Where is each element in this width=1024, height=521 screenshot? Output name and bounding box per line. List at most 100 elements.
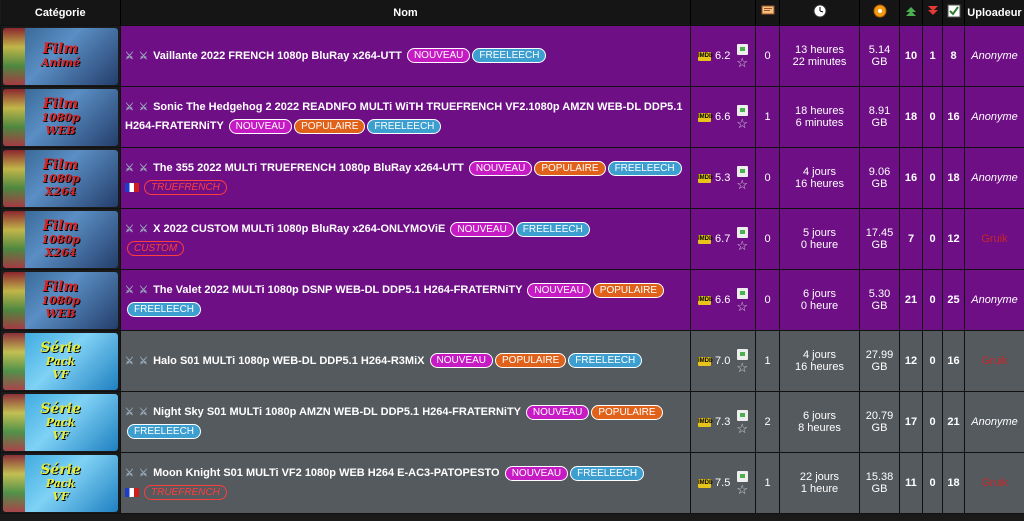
uploader-name[interactable]: Anonyme bbox=[971, 172, 1017, 184]
torrent-title-link[interactable]: The 355 2022 MULTi TRUEFRENCH 1080p BluR… bbox=[153, 162, 464, 174]
star-icon[interactable]: ☆ bbox=[736, 483, 748, 496]
torrent-title-link[interactable]: Halo S01 MULTi 1080p WEB-DL DDP5.1 H264-… bbox=[153, 355, 424, 367]
star-icon[interactable]: ☆ bbox=[736, 239, 748, 252]
seeders-count[interactable]: 10 bbox=[899, 25, 923, 87]
completed-count[interactable]: 18 bbox=[942, 452, 965, 514]
download-icon[interactable] bbox=[736, 165, 748, 177]
completed-count[interactable]: 25 bbox=[942, 269, 965, 331]
header-nom[interactable]: Nom bbox=[120, 0, 691, 26]
leechers-count[interactable]: 0 bbox=[922, 208, 943, 270]
seeders-count[interactable]: 11 bbox=[899, 452, 923, 514]
leechers-count[interactable]: 0 bbox=[922, 269, 943, 331]
download-icon[interactable] bbox=[736, 409, 748, 421]
comments-count[interactable]: 0 bbox=[755, 208, 780, 270]
uploader-name[interactable]: Gruik bbox=[981, 233, 1007, 245]
header-categorie[interactable]: Catégorie bbox=[0, 0, 121, 26]
category-banner[interactable]: Série Pack VF bbox=[3, 332, 118, 390]
seeders-count[interactable]: 12 bbox=[899, 330, 923, 392]
seeders-count[interactable]: 17 bbox=[899, 391, 923, 453]
uploader-cell[interactable]: Gruik bbox=[964, 330, 1024, 392]
comments-count[interactable]: 0 bbox=[755, 25, 780, 87]
seeders-count[interactable]: 18 bbox=[899, 86, 923, 148]
size-unit: GB bbox=[871, 239, 888, 251]
category-banner[interactable]: Film 1080p WEB bbox=[3, 271, 118, 329]
header-size[interactable] bbox=[859, 0, 900, 26]
seeders-count[interactable]: 21 bbox=[899, 269, 923, 331]
download-icon[interactable] bbox=[736, 104, 748, 116]
uploader-name[interactable]: Anonyme bbox=[971, 50, 1017, 62]
star-icon[interactable]: ☆ bbox=[736, 56, 748, 69]
download-icon[interactable] bbox=[736, 226, 748, 238]
star-icon[interactable]: ☆ bbox=[736, 117, 748, 130]
header-uploadeur[interactable]: Uploadeur bbox=[964, 0, 1024, 26]
uploader-cell[interactable]: Anonyme bbox=[964, 147, 1024, 209]
uploader-name[interactable]: Anonyme bbox=[971, 111, 1017, 123]
comments-count[interactable]: 1 bbox=[755, 86, 780, 148]
uploader-name[interactable]: Gruik bbox=[981, 355, 1007, 367]
leechers-count[interactable]: 0 bbox=[922, 391, 943, 453]
category-cell[interactable]: Film 1080p X264 bbox=[0, 147, 121, 209]
header-age[interactable] bbox=[779, 0, 860, 26]
star-icon[interactable]: ☆ bbox=[736, 178, 748, 191]
category-banner[interactable]: Film Animé bbox=[3, 27, 118, 85]
uploader-cell[interactable]: Anonyme bbox=[964, 25, 1024, 87]
category-banner[interactable]: Série Pack VF bbox=[3, 454, 118, 512]
category-cell[interactable]: Série Pack VF bbox=[0, 330, 121, 392]
banner-text: X264 bbox=[44, 245, 77, 259]
category-cell[interactable]: Série Pack VF bbox=[0, 452, 121, 514]
completed-count[interactable]: 21 bbox=[942, 391, 965, 453]
star-icon[interactable]: ☆ bbox=[736, 422, 748, 435]
header-seeders[interactable] bbox=[899, 0, 923, 26]
category-cell[interactable]: Film 1080p WEB bbox=[0, 269, 121, 331]
torrent-title-link[interactable]: Vaillante 2022 FRENCH 1080p BluRay x264-… bbox=[153, 50, 402, 62]
category-cell[interactable]: Film 1080p X264 bbox=[0, 208, 121, 270]
comments-count[interactable]: 0 bbox=[755, 147, 780, 209]
completed-count[interactable]: 16 bbox=[942, 330, 965, 392]
uploader-cell[interactable]: Anonyme bbox=[964, 391, 1024, 453]
comments-count[interactable]: 2 bbox=[755, 391, 780, 453]
comments-count[interactable]: 1 bbox=[755, 452, 780, 514]
leechers-count[interactable]: 1 bbox=[922, 25, 943, 87]
uploader-cell[interactable]: Gruik bbox=[964, 452, 1024, 514]
download-icon[interactable] bbox=[736, 287, 748, 299]
completed-count[interactable]: 16 bbox=[942, 86, 965, 148]
category-banner[interactable]: Série Pack VF bbox=[3, 393, 118, 451]
uploader-name[interactable]: Anonyme bbox=[971, 416, 1017, 428]
category-banner[interactable]: Film 1080p WEB bbox=[3, 88, 118, 146]
comments-count[interactable]: 1 bbox=[755, 330, 780, 392]
header-leechers[interactable] bbox=[922, 0, 943, 26]
torrent-title-link[interactable]: Night Sky S01 MULTi 1080p AMZN WEB-DL DD… bbox=[153, 406, 521, 418]
uploader-name[interactable]: Gruik bbox=[981, 477, 1007, 489]
download-icon[interactable] bbox=[736, 470, 748, 482]
category-banner[interactable]: Film 1080p X264 bbox=[3, 149, 118, 207]
uploader-name[interactable]: Anonyme bbox=[971, 294, 1017, 306]
uploader-cell[interactable]: Gruik bbox=[964, 208, 1024, 270]
torrent-title-link[interactable]: Moon Knight S01 MULTi VF2 1080p WEB H264… bbox=[153, 467, 500, 479]
leechers-count[interactable]: 0 bbox=[922, 452, 943, 514]
uploader-cell[interactable]: Anonyme bbox=[964, 86, 1024, 148]
age-line-1: 6 jours bbox=[802, 288, 837, 300]
leechers-count[interactable]: 0 bbox=[922, 330, 943, 392]
download-icon[interactable] bbox=[736, 43, 748, 55]
header-comments[interactable] bbox=[755, 0, 780, 26]
star-icon[interactable]: ☆ bbox=[736, 361, 748, 374]
torrent-title-link[interactable]: X 2022 CUSTOM MULTi 1080p BluRay x264-ON… bbox=[153, 223, 445, 235]
completed-count[interactable]: 12 bbox=[942, 208, 965, 270]
category-cell[interactable]: Film 1080p WEB bbox=[0, 86, 121, 148]
category-cell[interactable]: Film Animé bbox=[0, 25, 121, 87]
download-icon[interactable] bbox=[736, 348, 748, 360]
completed-count[interactable]: 18 bbox=[942, 147, 965, 209]
leechers-count[interactable]: 0 bbox=[922, 147, 943, 209]
leechers-count[interactable]: 0 bbox=[922, 86, 943, 148]
torrent-title-link[interactable]: The Valet 2022 MULTi 1080p DSNP WEB-DL D… bbox=[153, 284, 522, 296]
header-completed[interactable] bbox=[942, 0, 965, 26]
uploader-cell[interactable]: Anonyme bbox=[964, 269, 1024, 331]
completed-count[interactable]: 8 bbox=[942, 25, 965, 87]
comments-count[interactable]: 0 bbox=[755, 269, 780, 331]
category-banner[interactable]: Film 1080p X264 bbox=[3, 210, 118, 268]
star-icon[interactable]: ☆ bbox=[736, 300, 748, 313]
seeders-count[interactable]: 16 bbox=[899, 147, 923, 209]
badge-populaire: POPULAIRE bbox=[294, 118, 366, 134]
seeders-count[interactable]: 7 bbox=[899, 208, 923, 270]
category-cell[interactable]: Série Pack VF bbox=[0, 391, 121, 453]
